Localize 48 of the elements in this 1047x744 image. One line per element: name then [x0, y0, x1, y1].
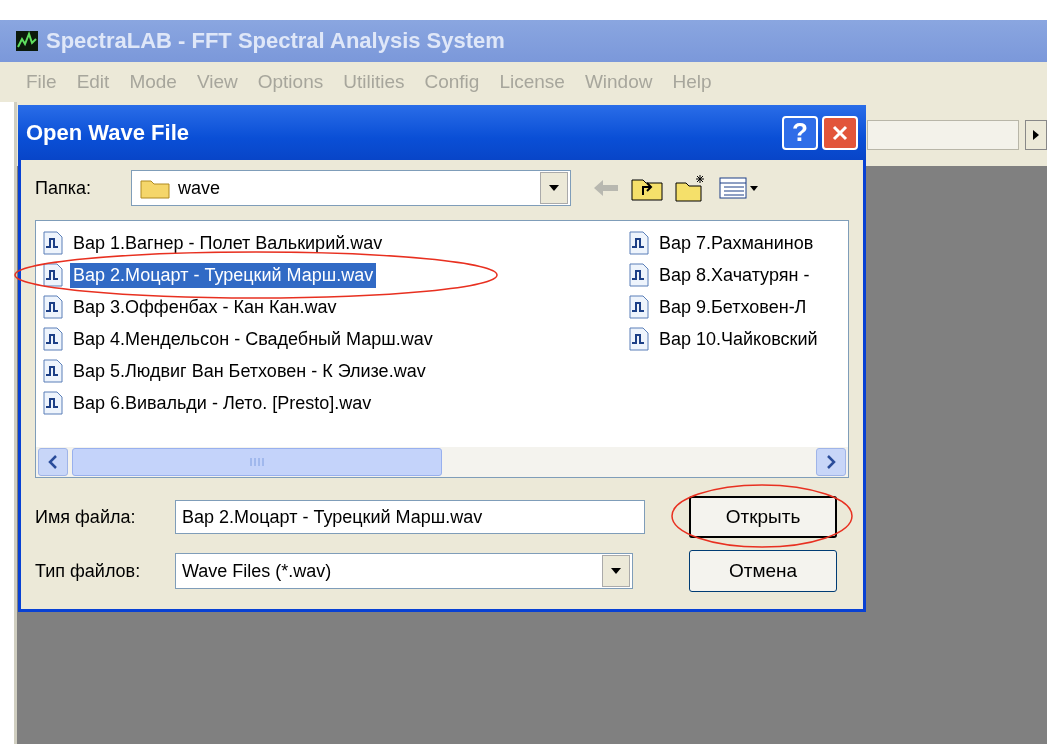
chevron-left-icon	[48, 455, 58, 469]
wav-file-entry[interactable]: Вар 5.Людвиг Ван Бетховен - К Элизе.wav	[42, 355, 429, 387]
wave-file-icon	[628, 295, 650, 319]
wav-file-entry[interactable]: Вар 9.Бетховен-Л	[628, 291, 810, 323]
close-button[interactable]	[822, 115, 858, 150]
file-name-label: Имя файла:	[35, 506, 137, 528]
spectrum-app-icon	[16, 31, 38, 51]
wav-file-entry[interactable]: Вар 4.Мендельсон - Свадебный Марш.wav	[42, 323, 436, 355]
grip-icon	[249, 457, 265, 467]
wave-file-icon	[42, 263, 64, 287]
dropdown-arrow-button[interactable]	[540, 172, 568, 204]
folder-icon	[140, 177, 170, 199]
wav-file-entry[interactable]: Вар 7.Рахманинов	[628, 227, 817, 259]
folder-dropdown[interactable]: wave	[131, 170, 571, 206]
wav-file-entry[interactable]: Вар 10.Чайковский	[628, 323, 821, 355]
wave-file-icon	[628, 231, 650, 255]
view-menu-icon[interactable]	[719, 177, 759, 199]
file-type-label: Тип файлов:	[35, 560, 142, 582]
new-folder-icon[interactable]	[675, 174, 707, 202]
right-triangle-icon	[1032, 129, 1040, 141]
help-button[interactable]: ?	[782, 115, 818, 150]
wave-file-icon	[42, 359, 64, 383]
wave-file-icon	[42, 295, 64, 319]
chevron-right-icon	[826, 455, 836, 469]
wave-file-icon	[628, 327, 650, 351]
wav-file-entry[interactable]: Вар 6.Вивальди - Лето. [Presto].wav	[42, 387, 375, 419]
app-title: SpectraLAB - FFT Spectral Analysis System	[46, 28, 505, 54]
wave-file-icon	[42, 231, 64, 255]
cancel-button[interactable]: Отмена	[689, 550, 837, 592]
close-icon	[831, 123, 849, 142]
file-name-field[interactable]: Вар 2.Моцарт - Турецкий Марш.wav	[175, 500, 645, 534]
wave-file-icon	[42, 391, 64, 415]
wave-file-icon	[42, 327, 64, 351]
scroll-right-button[interactable]	[1025, 120, 1047, 150]
folder-label: Папка:	[35, 177, 92, 199]
scroll-thumb[interactable]	[72, 448, 442, 476]
caret-down-icon	[548, 184, 560, 192]
horizontal-scrollbar[interactable]	[36, 447, 848, 477]
dialog-title: Open Wave File	[26, 119, 190, 146]
dropdown-arrow-button[interactable]	[602, 555, 630, 587]
open-button[interactable]: Открыть	[689, 496, 837, 538]
caret-down-icon	[610, 567, 622, 575]
wave-file-icon	[628, 263, 650, 287]
scroll-left-button[interactable]	[38, 448, 68, 476]
file-type-dropdown[interactable]: Wave Files (*.wav)	[175, 553, 633, 589]
wav-file-entry[interactable]: Вар 1.Вагнер - Полет Валькирий.wav	[42, 227, 386, 259]
wav-file-entry[interactable]: Вар 8.Хачатурян -	[628, 259, 813, 291]
wav-file-entry[interactable]: Вар 3.Оффенбах - Кан Кан.wav	[42, 291, 340, 323]
